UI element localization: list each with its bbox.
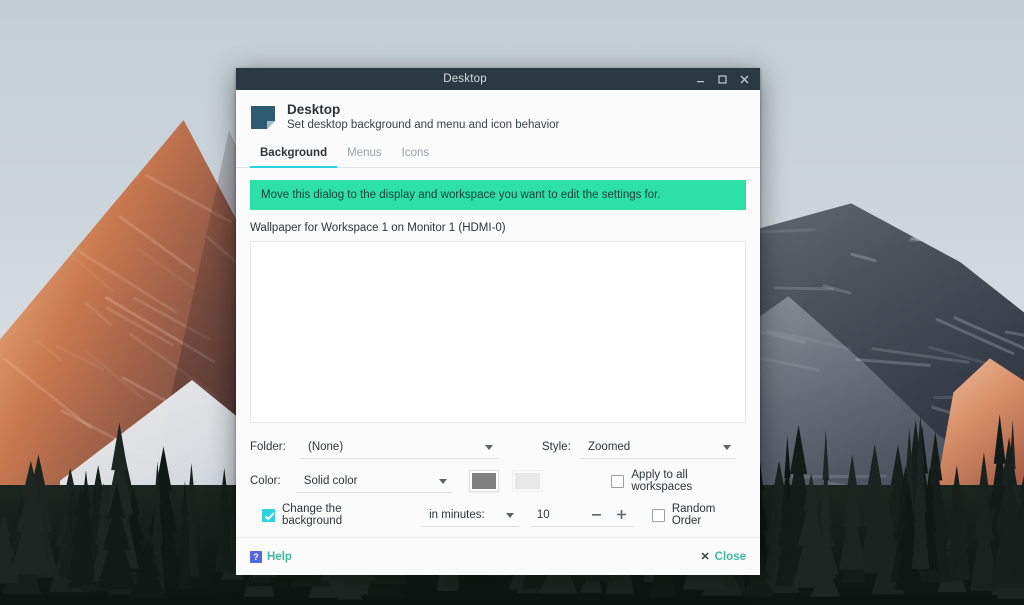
maximize-icon[interactable] bbox=[716, 73, 729, 86]
tab-icons[interactable]: Icons bbox=[392, 141, 440, 168]
change-background-checkbox[interactable] bbox=[262, 508, 275, 522]
dialog-subtitle: Set desktop background and menu and icon… bbox=[287, 119, 560, 131]
tab-menus[interactable]: Menus bbox=[337, 141, 392, 168]
primary-color-fill bbox=[471, 473, 497, 489]
interval-value: in minutes: bbox=[429, 508, 485, 521]
color-mode-combobox[interactable]: Solid color bbox=[295, 469, 452, 493]
style-label: Style: bbox=[542, 441, 571, 453]
dialog-header: Desktop Set desktop background and menu … bbox=[236, 90, 760, 141]
wallpaper-list[interactable] bbox=[250, 241, 746, 423]
desktop-settings-dialog: Desktop Desktop Set desktop background a… bbox=[236, 68, 760, 575]
apply-all-workspaces-label[interactable]: Apply to all workspaces bbox=[631, 469, 746, 493]
random-order-checkbox[interactable] bbox=[651, 508, 665, 522]
mountain-strata-streak bbox=[76, 248, 179, 314]
help-label: Help bbox=[267, 550, 292, 563]
folder-value: (None) bbox=[308, 440, 344, 453]
tab-bar: Background Menus Icons bbox=[236, 141, 760, 168]
interval-combobox[interactable]: in minutes: bbox=[421, 503, 520, 527]
background-tab-panel: Move this dialog to the display and work… bbox=[236, 168, 760, 537]
secondary-color-swatch bbox=[511, 470, 543, 492]
dialog-title: Desktop bbox=[287, 102, 341, 117]
color-label: Color: bbox=[250, 475, 281, 487]
mountain-snow-streak bbox=[850, 252, 878, 263]
close-button[interactable]: ✕ Close bbox=[700, 550, 746, 564]
window-titlebar[interactable]: Desktop bbox=[236, 68, 760, 90]
style-combobox[interactable]: Zoomed bbox=[580, 435, 736, 459]
close-icon[interactable] bbox=[738, 73, 751, 86]
desktop-wallpaper: Desktop Desktop Set desktop background a… bbox=[0, 0, 1024, 605]
tab-background[interactable]: Background bbox=[250, 141, 338, 168]
mountain-snow-streak bbox=[935, 317, 1016, 356]
chevron-down-icon bbox=[723, 444, 731, 450]
change-background-label[interactable]: Change the background bbox=[282, 503, 402, 527]
style-value: Zoomed bbox=[588, 440, 631, 453]
wallpaper-list-label: Wallpaper for Workspace 1 on Monitor 1 (… bbox=[250, 222, 506, 234]
primary-color-swatch[interactable] bbox=[468, 470, 500, 492]
move-dialog-notice: Move this dialog to the display and work… bbox=[250, 180, 746, 210]
window-controls bbox=[694, 73, 760, 86]
minimize-icon[interactable] bbox=[694, 73, 707, 86]
window-title: Desktop bbox=[443, 73, 487, 85]
close-label: Close bbox=[714, 550, 746, 563]
interval-increment-button[interactable] bbox=[609, 503, 635, 527]
folder-style-row: Folder: (None) Style: Zoomed bbox=[250, 435, 746, 459]
chevron-down-icon bbox=[485, 444, 493, 450]
color-mode-value: Solid color bbox=[303, 474, 358, 487]
folder-label: Folder: bbox=[250, 441, 286, 453]
color-row: Color: Solid color Apply to all workspac… bbox=[250, 469, 746, 493]
help-button[interactable]: ? Help bbox=[250, 550, 292, 563]
folder-combobox[interactable]: (None) bbox=[300, 435, 498, 459]
dialog-footer: ? Help ✕ Close bbox=[236, 537, 760, 575]
random-order-label[interactable]: Random Order bbox=[672, 503, 746, 527]
mountain-strata-streak bbox=[83, 300, 113, 327]
desktop-folder-icon bbox=[250, 104, 276, 130]
dialog-header-text: Desktop Set desktop background and menu … bbox=[287, 102, 559, 131]
mountain-strata-streak bbox=[34, 338, 64, 363]
chevron-down-icon bbox=[506, 512, 515, 518]
change-background-row: Change the background in minutes: 10 Ran… bbox=[262, 503, 746, 527]
interval-amount-input[interactable]: 10 bbox=[530, 503, 584, 527]
close-x-icon: ✕ bbox=[700, 551, 710, 563]
chevron-down-icon bbox=[438, 478, 447, 484]
mountain-strata-streak bbox=[136, 246, 196, 290]
apply-all-workspaces-checkbox[interactable] bbox=[611, 474, 625, 488]
help-icon: ? bbox=[250, 550, 262, 563]
interval-decrement-button[interactable] bbox=[583, 503, 609, 527]
mountain-snow-streak bbox=[773, 286, 834, 291]
secondary-color-fill bbox=[514, 473, 540, 489]
